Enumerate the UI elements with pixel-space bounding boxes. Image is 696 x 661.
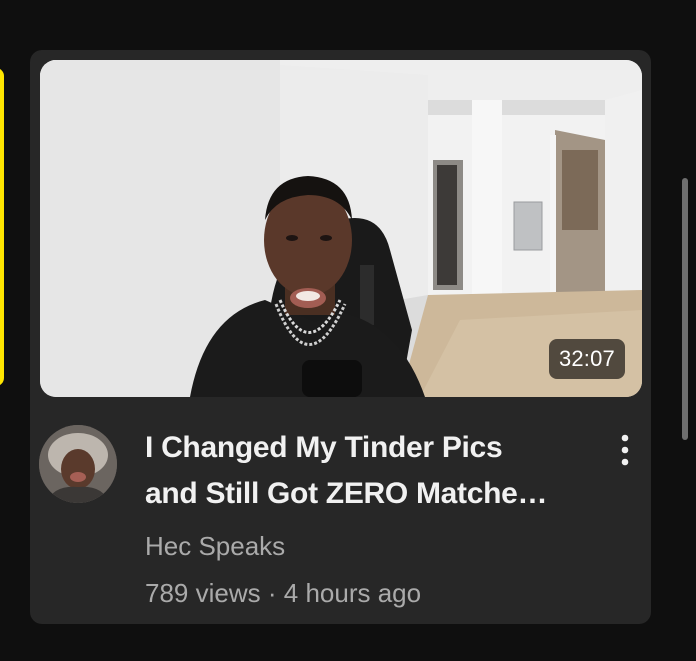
more-options-button[interactable] [610, 432, 640, 472]
video-title-line-1: I Changed My Tinder Pics [145, 431, 503, 464]
video-metadata: 789 views · 4 hours ago [145, 575, 421, 611]
feed-page: 32:07 I Changed My Tinder Pics and Still… [0, 0, 696, 661]
view-count: 789 views [145, 578, 261, 608]
channel-avatar[interactable] [39, 425, 117, 503]
more-vertical-icon [621, 434, 629, 466]
video-card[interactable]: 32:07 I Changed My Tinder Pics and Still… [30, 50, 651, 624]
video-title-line-2: and Still Got ZERO Matche… [145, 477, 548, 510]
adjacent-card-edge[interactable] [0, 68, 4, 386]
upload-age: 4 hours ago [283, 578, 422, 608]
scrollbar[interactable] [682, 178, 688, 440]
channel-name[interactable]: Hec Speaks [145, 528, 285, 564]
video-title[interactable]: I Changed My Tinder Pics and Still Got Z… [145, 425, 590, 517]
video-thumbnail[interactable]: 32:07 [40, 60, 642, 397]
avatar-image [39, 425, 117, 503]
meta-separator: · [267, 578, 277, 608]
duration-badge: 32:07 [548, 339, 625, 379]
